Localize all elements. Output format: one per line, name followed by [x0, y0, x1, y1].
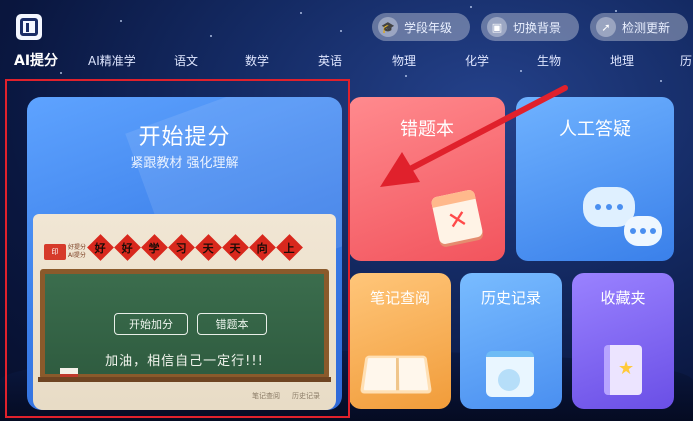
- tab-history[interactable]: 历: [680, 52, 692, 69]
- mistake-calendar-icon: ✕: [430, 188, 484, 246]
- switch-background-label: 切换背景: [513, 20, 562, 35]
- graduation-cap-icon: 🎓: [378, 17, 398, 37]
- manual-qa-card[interactable]: 人工答疑: [516, 97, 674, 261]
- tab-physics[interactable]: 物理: [392, 52, 416, 69]
- notepad-icon: [486, 351, 534, 397]
- star-folder-icon: ★: [604, 345, 642, 395]
- rocket-icon: ➚: [596, 17, 616, 37]
- tab-biology[interactable]: 生物: [537, 52, 561, 69]
- notes-card[interactable]: 笔记查阅: [349, 273, 451, 409]
- open-book-icon: [359, 355, 433, 394]
- notes-title: 笔记查阅: [369, 289, 430, 307]
- tab-chinese[interactable]: 语文: [174, 52, 198, 69]
- grade-select-button[interactable]: 🎓 学段年级: [372, 13, 470, 41]
- tab-ai-score[interactable]: AI提分: [14, 50, 58, 70]
- grade-select-label: 学段年级: [404, 20, 453, 35]
- mistakes-title: 错题本: [400, 119, 454, 140]
- highlight-frame: [5, 79, 350, 418]
- history-title: 历史记录: [480, 289, 541, 307]
- switch-background-button[interactable]: ▣ 切换背景: [481, 13, 579, 41]
- manual-qa-title: 人工答疑: [559, 119, 631, 140]
- favorites-card[interactable]: 收藏夹 ★: [572, 273, 674, 409]
- check-update-button[interactable]: ➚ 检测更新: [590, 13, 688, 41]
- tab-english[interactable]: 英语: [318, 52, 342, 69]
- swap-image-icon: ▣: [487, 17, 507, 37]
- mistakes-card[interactable]: 错题本 ✕: [349, 97, 505, 261]
- tab-chemistry[interactable]: 化学: [465, 52, 489, 69]
- tab-geography[interactable]: 地理: [610, 52, 634, 69]
- check-update-label: 检测更新: [622, 20, 671, 35]
- tab-math[interactable]: 数学: [245, 52, 269, 69]
- favorites-title: 收藏夹: [600, 289, 646, 307]
- history-card[interactable]: 历史记录: [460, 273, 562, 409]
- tab-ai-precise[interactable]: AI精准学: [88, 52, 136, 69]
- chat-bubble-small-icon: [624, 216, 662, 246]
- app-logo[interactable]: [16, 14, 42, 40]
